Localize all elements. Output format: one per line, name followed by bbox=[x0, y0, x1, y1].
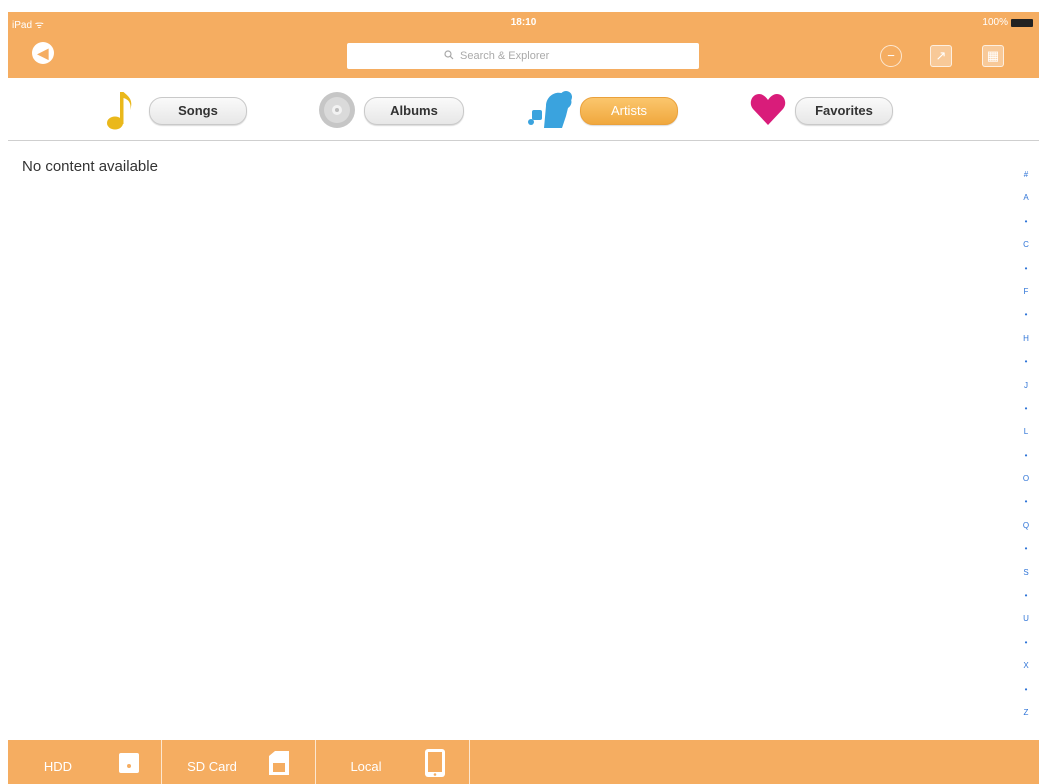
battery-icon bbox=[1011, 18, 1033, 27]
tab-sd-card-label: SD Card bbox=[187, 759, 237, 774]
index-dot[interactable]: • bbox=[1025, 210, 1028, 233]
nav-bar: ◀ − ↗ ▦ bbox=[8, 34, 1039, 78]
index-dot[interactable]: • bbox=[1025, 678, 1028, 701]
index-dot[interactable]: • bbox=[1025, 537, 1028, 560]
cd-disc-icon[interactable] bbox=[318, 91, 356, 134]
share-icon[interactable]: ↗ bbox=[930, 45, 952, 67]
index-letter[interactable]: L bbox=[1024, 420, 1028, 443]
search-input[interactable] bbox=[458, 49, 602, 63]
tab-hdd-label: HDD bbox=[43, 759, 73, 774]
index-letter[interactable]: A bbox=[1023, 186, 1028, 209]
index-dot[interactable]: • bbox=[1025, 257, 1028, 280]
index-dot[interactable]: • bbox=[1025, 631, 1028, 654]
index-dot[interactable]: • bbox=[1025, 350, 1028, 373]
heart-icon[interactable] bbox=[750, 92, 786, 131]
index-letter[interactable]: J bbox=[1024, 374, 1028, 397]
alphabet-index[interactable]: # A • C • F • H • J • L • O • Q • S • U • X • Z bbox=[1018, 163, 1034, 724]
tab-sd-card[interactable]: SD Card bbox=[162, 740, 316, 784]
index-letter[interactable]: H bbox=[1023, 327, 1029, 350]
index-letter[interactable]: X bbox=[1023, 654, 1028, 677]
tab-local[interactable]: Local bbox=[316, 740, 470, 784]
index-dot[interactable]: • bbox=[1025, 490, 1028, 513]
tab-local-label: Local bbox=[350, 759, 382, 774]
index-dot[interactable]: • bbox=[1025, 397, 1028, 420]
minus-circle-icon[interactable]: − bbox=[880, 45, 902, 67]
index-letter[interactable]: C bbox=[1023, 233, 1029, 256]
grid-icon[interactable]: ▦ bbox=[982, 45, 1004, 67]
index-letter[interactable]: # bbox=[1024, 163, 1028, 186]
index-letter[interactable]: U bbox=[1023, 607, 1029, 630]
sd-card-icon bbox=[268, 750, 290, 779]
index-dot[interactable]: • bbox=[1025, 444, 1028, 467]
search-bar[interactable] bbox=[347, 43, 699, 69]
music-note-icon[interactable] bbox=[106, 88, 134, 137]
tab-favorites[interactable]: Favorites bbox=[795, 97, 893, 125]
hdd-icon bbox=[118, 752, 140, 777]
index-dot[interactable]: • bbox=[1025, 303, 1028, 326]
tab-hdd[interactable]: HDD bbox=[8, 740, 162, 784]
index-letter[interactable]: Q bbox=[1023, 514, 1029, 537]
search-icon bbox=[444, 49, 454, 63]
empty-state-message: No content available bbox=[22, 158, 158, 175]
tab-songs[interactable]: Songs bbox=[149, 97, 247, 125]
status-bar: iPad ᯤ 18:10 100% bbox=[8, 12, 1039, 34]
index-letter[interactable]: O bbox=[1023, 467, 1029, 490]
top-bar: iPad ᯤ 18:10 100% ◀ − ↗ ▦ bbox=[8, 12, 1039, 78]
battery-percent: 100% bbox=[982, 17, 1008, 28]
source-tab-bar: HDD SD Card Local bbox=[8, 740, 1039, 784]
clock: 18:10 bbox=[510, 17, 537, 28]
index-dot[interactable]: • bbox=[1025, 584, 1028, 607]
artist-silhouette-icon[interactable] bbox=[526, 88, 576, 135]
tablet-icon bbox=[424, 748, 446, 781]
category-tabs: Songs Albums Artists Favorites bbox=[8, 78, 1039, 141]
index-letter[interactable]: S bbox=[1023, 561, 1028, 584]
index-letter[interactable]: Z bbox=[1024, 701, 1029, 724]
tab-albums[interactable]: Albums bbox=[364, 97, 464, 125]
tab-artists[interactable]: Artists bbox=[580, 97, 678, 125]
battery-indicator: 100% bbox=[982, 17, 1033, 28]
back-arrow-icon[interactable]: ◀ bbox=[32, 42, 54, 64]
index-letter[interactable]: F bbox=[1024, 280, 1029, 303]
